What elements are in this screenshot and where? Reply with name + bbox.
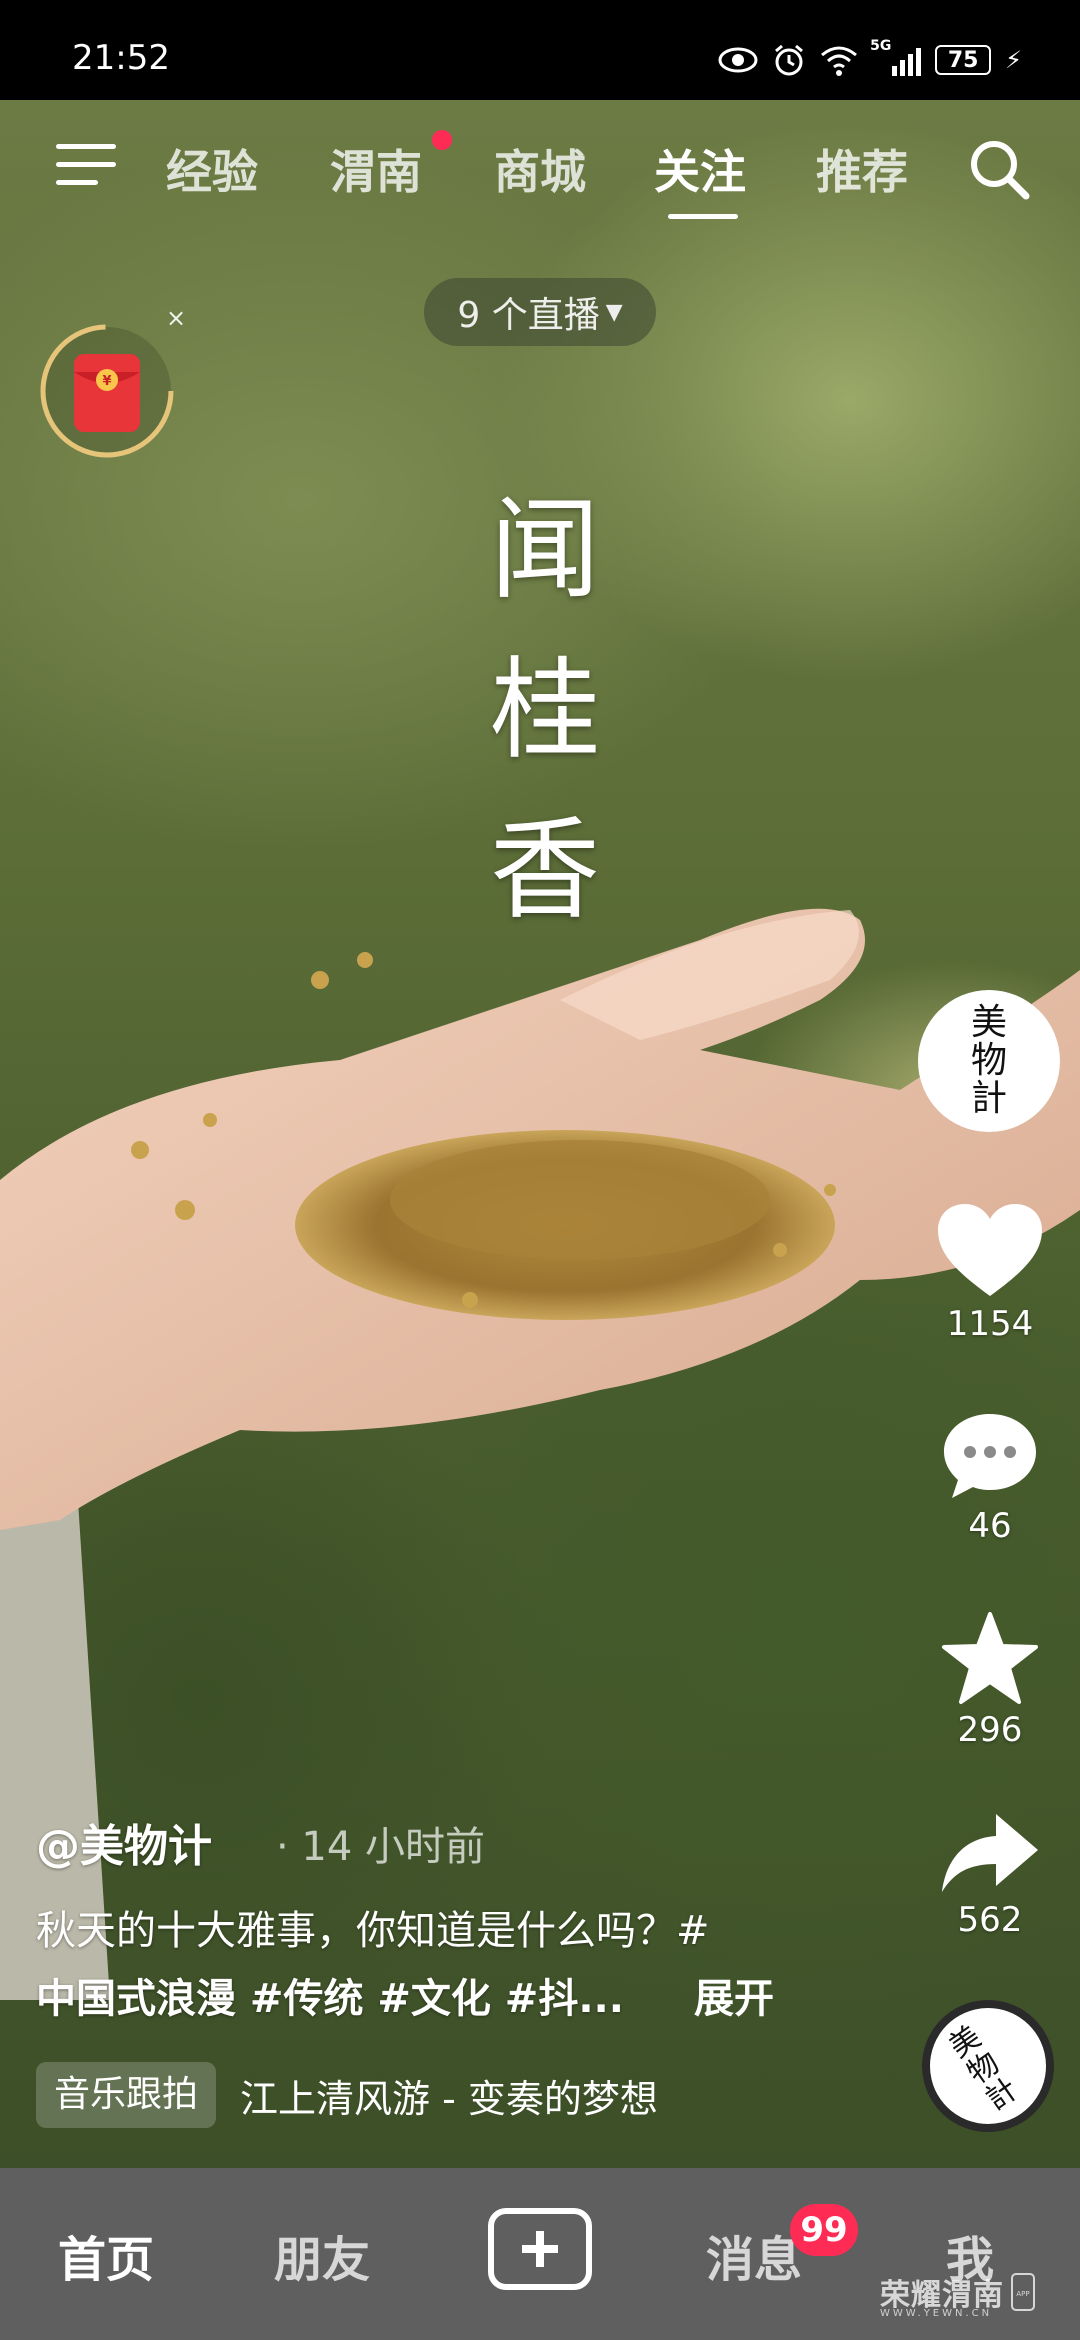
battery-icon: 75 <box>935 45 992 75</box>
share-count: 562 <box>957 1900 1023 1940</box>
create-button[interactable] <box>488 2208 592 2290</box>
status-bar: 21:52 5G 75 ⚡ <box>0 0 1080 100</box>
post-time: · 14 小时前 <box>276 1824 486 1870</box>
svg-text:¥: ¥ <box>102 374 111 389</box>
comment-count: 46 <box>968 1506 1012 1546</box>
share-icon <box>942 1814 1038 1892</box>
overlay-char-2: 桂 <box>490 646 600 774</box>
status-icons: 5G 75 ⚡ <box>718 38 1022 80</box>
phone-icon: APP <box>1011 2273 1035 2311</box>
expand-button[interactable]: 展开 <box>694 1966 774 2024</box>
heart-icon <box>938 1204 1042 1296</box>
nav-messages[interactable]: 消息 <box>706 2220 802 2290</box>
favorite-count: 296 <box>957 1710 1023 1750</box>
like-count: 1154 <box>946 1304 1034 1344</box>
plus-icon <box>522 2231 558 2267</box>
overlay-char-1: 闻 <box>490 486 600 614</box>
nav-home[interactable]: 首页 <box>58 2220 154 2290</box>
tab-notification-dot <box>432 130 452 150</box>
alarm-icon <box>775 44 804 76</box>
caption-line-1: 秋天的十大雅事，你知道是什么吗？# <box>36 1908 710 1954</box>
active-tab-indicator <box>668 214 738 219</box>
wifi-icon <box>821 46 858 76</box>
battery-level: 75 <box>947 47 979 73</box>
message-badge: 99 <box>790 2204 858 2256</box>
overlay-char-3: 香 <box>490 806 600 934</box>
signal-icon: 5G <box>870 38 922 76</box>
network-type: 5G <box>870 38 892 54</box>
like-button[interactable]: 1154 <box>920 1200 1060 1344</box>
red-packet-widget[interactable]: ¥ <box>38 322 176 460</box>
author-avatar[interactable]: 美物計 <box>918 990 1060 1132</box>
avatar-text: 美物計 <box>970 1002 1007 1119</box>
search-icon[interactable] <box>964 134 1034 204</box>
comment-button[interactable]: 46 <box>920 1410 1060 1546</box>
music-title[interactable]: 江上清风游 - 变奏的梦想 <box>240 2068 658 2123</box>
watermark-url: WWW.YEWN.CN <box>880 2308 993 2319</box>
share-button[interactable]: 562 <box>920 1810 1060 1940</box>
star-icon <box>942 1612 1038 1704</box>
eye-icon <box>718 47 758 73</box>
music-disc-text: 美物計 <box>942 2019 1025 2118</box>
caption-hashtags[interactable]: 中国式浪漫 #传统 #文化 #抖... <box>36 1966 624 2024</box>
menu-icon[interactable] <box>56 144 116 194</box>
tab-recommended[interactable]: 推荐 <box>816 136 908 202</box>
live-count-label: 9 个直播 <box>457 295 600 336</box>
music-follow-tag[interactable]: 音乐跟拍 <box>36 2062 217 2128</box>
chevron-down-icon: ▼ <box>605 299 623 325</box>
tab-experience[interactable]: 经验 <box>166 136 258 202</box>
status-time: 21:52 <box>72 38 170 78</box>
charging-icon: ⚡ <box>1005 46 1022 74</box>
author-name[interactable]: @美物计 <box>36 1810 212 1874</box>
tab-mall[interactable]: 商城 <box>494 136 586 202</box>
nav-friends[interactable]: 朋友 <box>274 2220 370 2290</box>
close-icon[interactable]: × <box>166 304 186 332</box>
live-count-pill[interactable]: 9 个直播 ▼ <box>424 278 656 346</box>
tab-following[interactable]: 关注 <box>654 136 746 202</box>
tab-weinan[interactable]: 渭南 <box>330 136 422 202</box>
favorite-button[interactable]: 296 <box>920 1610 1060 1750</box>
comment-icon <box>944 1414 1036 1498</box>
video-overlay-title: 闻 桂 香 <box>480 470 610 950</box>
watermark-app: APP <box>1016 2290 1029 2298</box>
